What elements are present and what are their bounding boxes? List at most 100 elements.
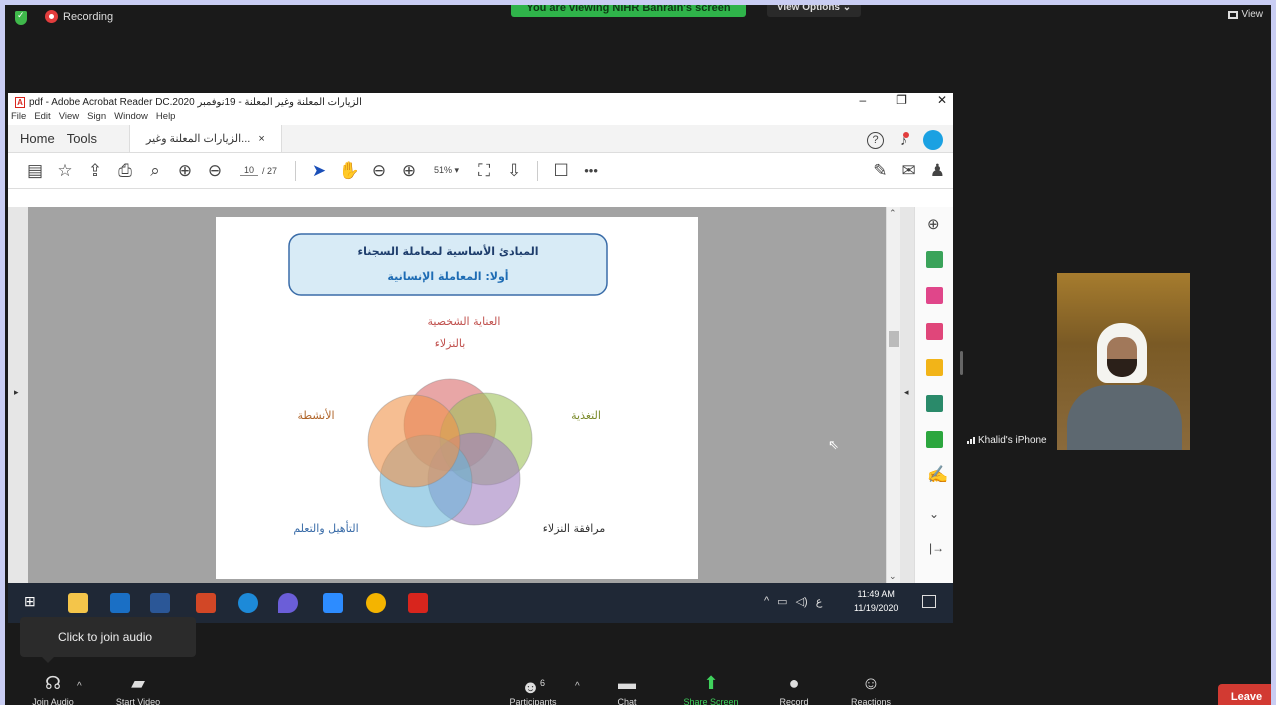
left-panel-toggle[interactable]: ▸ — [8, 207, 28, 583]
leave-button[interactable]: Leave — [1218, 684, 1271, 705]
page-current[interactable]: 10 — [240, 165, 259, 176]
start-windows-icon[interactable]: ⊞ — [24, 593, 44, 613]
tab-tools[interactable]: Tools — [67, 131, 109, 146]
chrome-icon[interactable] — [366, 593, 386, 613]
label-bottom-right: مرافقة النزلاء — [543, 522, 606, 535]
chat-button[interactable]: ▬ Chat — [605, 671, 649, 705]
comment-icon[interactable]: ☐ — [546, 161, 576, 181]
divider — [295, 160, 297, 181]
vertical-scrollbar[interactable]: ⌃ ⌄ — [886, 207, 900, 583]
menu-window[interactable]: Window — [114, 111, 148, 125]
tab-home[interactable]: Home — [8, 131, 67, 146]
collapse-pane-icon[interactable]: |→ — [929, 541, 944, 555]
notification-bell-icon[interactable]: ♪ — [900, 132, 909, 148]
page-up-icon[interactable]: ⊕ — [170, 161, 200, 181]
account-icon[interactable] — [923, 130, 943, 150]
record-button[interactable]: ● Record — [769, 671, 819, 705]
page-down-icon[interactable]: ⊖ — [200, 161, 230, 181]
create-pdf-icon[interactable] — [926, 251, 943, 268]
comment-tool-icon[interactable] — [926, 359, 943, 376]
powerpoint-icon[interactable] — [196, 593, 216, 613]
menu-help[interactable]: Help — [156, 111, 176, 125]
menu-view[interactable]: View — [59, 111, 79, 125]
reactions-label: Reactions — [850, 697, 892, 705]
minimize-icon[interactable]: – — [859, 93, 866, 107]
bookmark-star-icon[interactable]: ☆ — [50, 161, 80, 181]
reactions-button[interactable]: ☺ Reactions — [839, 671, 903, 705]
zoom-meeting-window: Recording You are viewing NIHR Bahrain's… — [0, 0, 1276, 705]
scrollbar-thumb[interactable] — [889, 331, 899, 347]
participants-button[interactable]: ☻6 Participants — [497, 671, 569, 705]
fit-page-icon[interactable]: ⛶ — [469, 161, 499, 181]
label-bottom-left: التأهيل والتعلم — [293, 520, 358, 535]
language-indicator[interactable]: ع — [816, 595, 823, 608]
participants-options-chevron-icon[interactable]: ^ — [575, 681, 580, 692]
zoom-tool-icon[interactable]: ⊕ — [927, 215, 940, 233]
participant-video-tile[interactable] — [1057, 273, 1190, 450]
volume-icon[interactable]: ◁) — [796, 595, 808, 608]
edge-icon[interactable] — [238, 593, 258, 613]
scroll-mode-icon[interactable]: ⇩ — [499, 161, 529, 181]
menu-edit[interactable]: Edit — [34, 111, 50, 125]
organize-pages-icon[interactable] — [926, 287, 943, 304]
slide-title-line2: أولا: المعاملة الإنسانية — [387, 269, 508, 283]
zoom-out-icon[interactable]: ⊖ — [364, 161, 394, 181]
word-icon[interactable] — [150, 593, 170, 613]
upload-icon[interactable]: ⇪ — [80, 161, 110, 181]
mail-icon[interactable]: ✉ — [902, 161, 916, 181]
recording-indicator[interactable]: Recording — [45, 10, 113, 23]
shield-icon[interactable] — [15, 10, 27, 25]
scroll-down-icon[interactable]: ⌄ — [889, 571, 897, 582]
slide-title-box — [288, 233, 608, 296]
share-screen-button[interactable]: ⬆ Share Screen — [673, 671, 749, 705]
tools-pane: ⊕ ✍ ⌄ |→ — [914, 207, 953, 583]
outlook-icon[interactable] — [110, 593, 130, 613]
help-icon[interactable]: ? — [867, 131, 884, 149]
hand-icon[interactable]: ✋ — [334, 161, 364, 181]
close-icon[interactable]: ✕ — [937, 93, 947, 107]
network-icon[interactable]: ▭ — [777, 595, 787, 608]
menu-sign[interactable]: Sign — [87, 111, 106, 125]
zoom-in-icon[interactable]: ⊕ — [394, 161, 424, 181]
print-icon[interactable]: ⎙ — [110, 161, 140, 181]
select-arrow-icon[interactable]: ➤ — [304, 161, 334, 181]
action-center-icon[interactable] — [922, 595, 936, 608]
fill-sign-icon[interactable]: ✍ — [927, 465, 948, 485]
join-audio-button[interactable]: ☊ Join Audio — [23, 671, 83, 705]
sign-pen-icon[interactable]: ✎ — [873, 161, 887, 181]
menu-file[interactable]: File — [11, 111, 26, 125]
edit-pdf-icon[interactable] — [926, 431, 943, 448]
more-tools-icon[interactable]: ••• — [576, 163, 606, 178]
view-button[interactable]: View — [1227, 9, 1263, 20]
tab-document[interactable]: الزيارات المعلنة وغير... × — [129, 125, 282, 152]
join-audio-label: Join Audio — [32, 697, 74, 705]
show-hidden-icons[interactable]: ^ — [764, 595, 769, 608]
taskbar-clock[interactable]: 11:49 AM 11/19/2020 — [854, 587, 898, 615]
page-indicator[interactable]: 10 / 27 — [240, 165, 277, 176]
combine-files-icon[interactable] — [926, 395, 943, 412]
save-icon[interactable]: ▤ — [20, 161, 50, 181]
acrobat-taskbar-icon[interactable] — [408, 593, 428, 613]
viewing-banner: You are viewing NIHR Bahrain's screen — [511, 5, 746, 17]
paint-drop-icon[interactable] — [278, 593, 298, 613]
file-explorer-icon[interactable] — [68, 593, 88, 613]
venn-circle-left — [367, 394, 461, 488]
zoom-select[interactable]: 51% ▾ — [434, 165, 459, 176]
zoom-app-icon[interactable] — [323, 593, 343, 613]
start-video-button[interactable]: ▰ Start Video — [105, 671, 171, 705]
acrobat-title-bar: A الزيارات المعلنة وغير المعلنة - 19نوفم… — [8, 93, 953, 111]
search-icon[interactable]: ⌕ — [140, 161, 170, 181]
more-tools-chevron-icon[interactable]: ⌄ — [929, 507, 939, 521]
share-user-icon[interactable]: ♟ — [930, 161, 945, 181]
export-pdf-icon[interactable] — [926, 323, 943, 340]
close-tab-icon[interactable]: × — [258, 133, 264, 145]
audio-options-chevron-icon[interactable]: ^ — [77, 681, 82, 692]
scroll-up-icon[interactable]: ⌃ — [889, 208, 897, 219]
participants-icon: ☻6 — [521, 677, 545, 697]
panel-resize-handle[interactable] — [960, 351, 963, 375]
maximize-icon[interactable]: ❐ — [896, 93, 907, 107]
right-panel-toggle[interactable]: ◂ — [900, 207, 914, 583]
label-left: الأنشطة — [297, 408, 334, 422]
view-options-button[interactable]: View Options ⌄ — [767, 5, 861, 17]
mouse-cursor-icon: ⇖ — [828, 437, 839, 452]
